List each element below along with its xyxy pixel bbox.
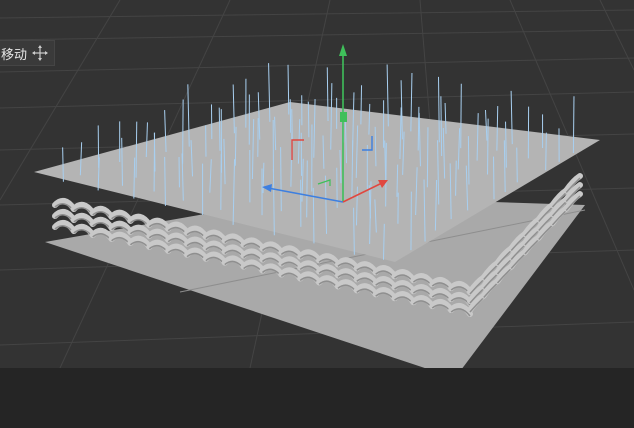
viewport-bottom-bar	[0, 368, 634, 428]
viewport-scene	[0, 0, 634, 378]
hair-strand	[516, 147, 518, 183]
move-icon	[32, 45, 49, 61]
hair-strand	[455, 160, 457, 196]
hair-strand	[487, 118, 489, 175]
3d-viewport[interactable]: 移动	[0, 0, 634, 428]
hair-strand	[307, 101, 310, 138]
tool-mode-label: 移动	[1, 47, 28, 63]
hair-strand	[460, 83, 462, 149]
hair-strand	[467, 136, 470, 185]
hair-strand	[280, 147, 282, 212]
hair-strand	[291, 109, 293, 143]
hair-strand	[306, 160, 308, 218]
hair-strand	[182, 99, 184, 164]
hair-strand	[135, 121, 138, 178]
hair-strand	[572, 96, 575, 154]
tool-mode-indicator: 移动	[0, 40, 56, 66]
hair-strand	[153, 132, 156, 172]
hair-strand	[360, 85, 363, 125]
hair-strand	[545, 132, 547, 171]
hair-strand	[426, 127, 429, 188]
